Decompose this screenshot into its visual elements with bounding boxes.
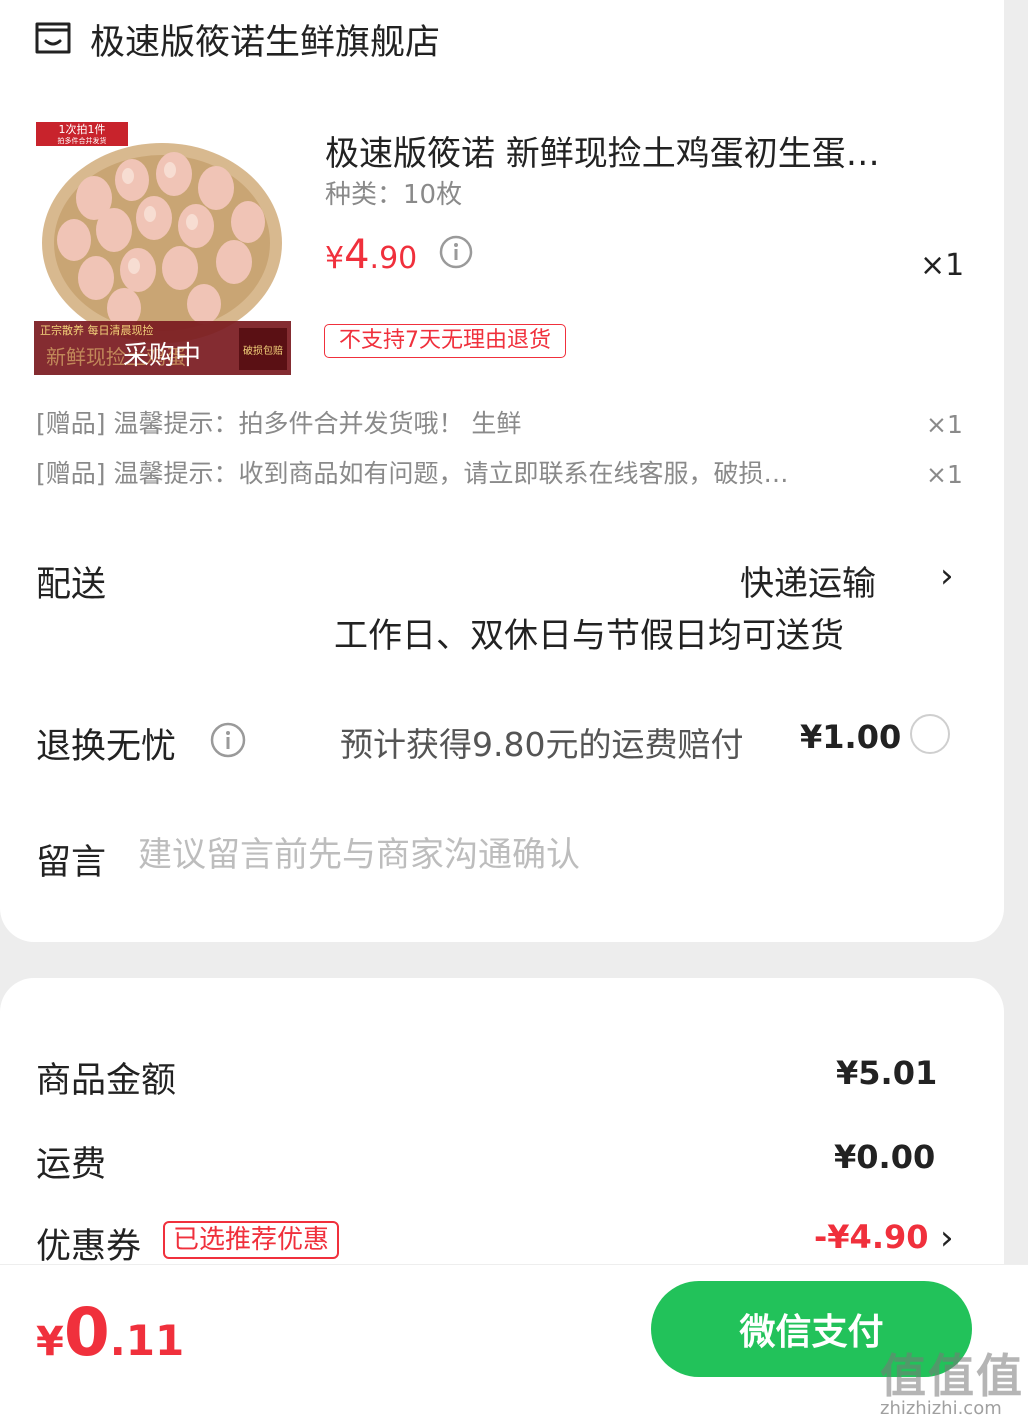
shipping-value: ¥0.00	[834, 1138, 936, 1176]
chevron-right-icon[interactable]: ›	[940, 556, 954, 596]
price-integer: 4	[344, 232, 370, 278]
return-insurance-info-icon[interactable]	[209, 721, 247, 759]
total-currency: ¥	[36, 1319, 64, 1365]
return-insurance-label: 退换无忧	[36, 727, 177, 767]
return-policy-badge: 不支持7天无理由退货	[324, 324, 566, 358]
coupon-badge: 已选推荐优惠	[163, 1221, 340, 1259]
store-name[interactable]: 极速版筱诺生鲜旗舰店	[90, 14, 440, 65]
gift-item-1: [赠品] 温馨提示：拍多件合并发货哦！ 生鲜	[36, 409, 522, 438]
message-label: 留言	[36, 843, 107, 883]
coupon-discount-value[interactable]: -¥4.90	[814, 1218, 929, 1256]
image-banner-left: 正宗散养 每日清晨现捡	[40, 323, 154, 337]
total-price: ¥0.11	[36, 1294, 184, 1371]
gift-item-2-quantity: ×1	[926, 460, 963, 489]
image-top-tag: 1次拍1件	[59, 122, 106, 136]
goods-amount-label: 商品金额	[36, 1061, 177, 1101]
return-insurance-radio[interactable]	[910, 714, 950, 754]
watermark-logo: 值值值	[880, 1349, 1024, 1403]
price-currency: ¥	[325, 241, 345, 276]
return-insurance-description: 预计获得9.80元的运费赔付	[340, 725, 744, 764]
image-banner-right: 破损包赔	[243, 344, 283, 357]
product-spec[interactable]: 种类：10枚	[325, 174, 462, 211]
price-info-icon[interactable]	[438, 234, 474, 270]
total-integer: 0	[63, 1294, 110, 1371]
delivery-label: 配送	[36, 565, 107, 605]
store-icon	[35, 22, 71, 54]
goods-amount-value: ¥5.01	[836, 1054, 938, 1092]
price-decimal: .90	[369, 241, 418, 276]
product-quantity: ×1	[920, 248, 965, 283]
return-insurance-price: ¥1.00	[800, 718, 902, 756]
watermark-url: zhizhizhi.com	[880, 1398, 1002, 1419]
coupon-chevron-right-icon[interactable]: ›	[940, 1218, 954, 1258]
product-image[interactable]: 1次拍1件 拍多件合并发货 正宗散养 每日清晨现捡 新鲜现捡土鸡蛋 破损包赔 采…	[34, 118, 291, 375]
image-top-tag-sub: 拍多件合并发货	[58, 136, 107, 145]
gift-item-2: [赠品] 温馨提示：收到商品如有问题，请立即联系在线客服，破损…	[36, 459, 789, 488]
product-price: ¥4.90	[325, 232, 417, 278]
delivery-method[interactable]: 快递运输	[740, 556, 876, 605]
coupon-label: 优惠券	[36, 1227, 142, 1267]
product-title[interactable]: 极速版筱诺 新鲜现捡土鸡蛋初生蛋…	[325, 126, 935, 175]
delivery-schedule: 工作日、双休日与节假日均可送货	[334, 616, 844, 656]
gift-item-1-quantity: ×1	[926, 410, 963, 439]
message-input[interactable]	[138, 832, 918, 878]
image-status-label: 采购中	[123, 341, 201, 371]
total-decimal: .11	[109, 1316, 185, 1365]
shipping-label: 运费	[36, 1145, 107, 1185]
